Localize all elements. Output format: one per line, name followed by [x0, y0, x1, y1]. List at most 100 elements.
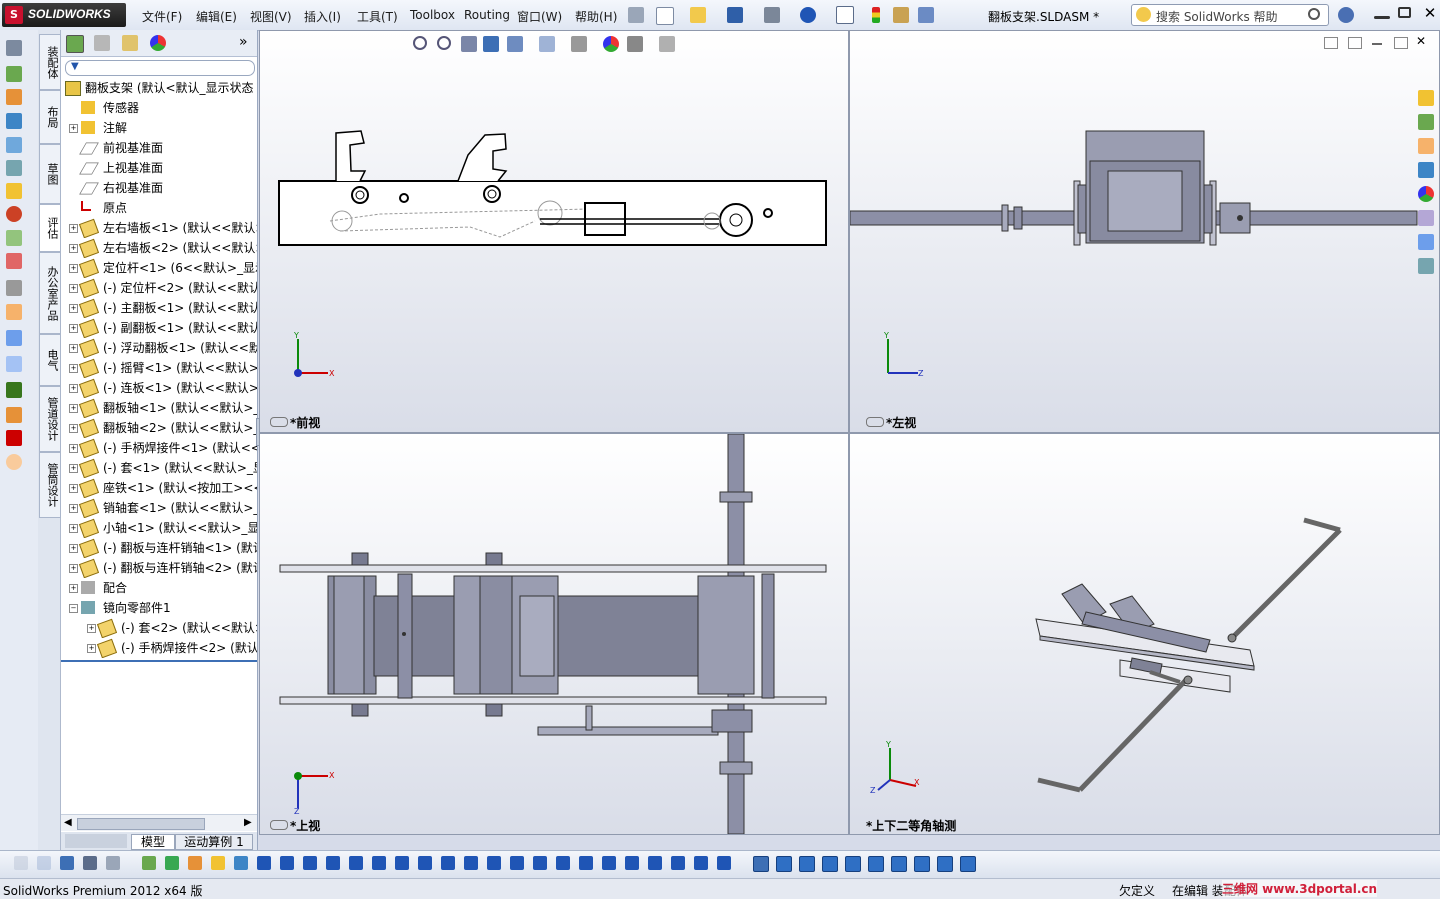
scroll-right-icon[interactable]: ▶	[244, 817, 252, 828]
view-palette-icon[interactable]	[1418, 234, 1434, 250]
tab-motion-study[interactable]: 运动算例 1	[175, 834, 253, 850]
tree-item[interactable]: + 左右墙板<2> (默认<<默认>	[61, 238, 257, 258]
expand-toggle-icon[interactable]: +	[69, 484, 78, 493]
tree-item[interactable]: 原点	[61, 198, 257, 218]
filter-mid-faces-icon[interactable]	[694, 856, 708, 870]
expand-toggle-icon[interactable]: +	[69, 424, 78, 433]
restore-icon[interactable]	[1398, 7, 1411, 18]
custom-properties-icon[interactable]	[1418, 210, 1434, 226]
assembly-features-icon[interactable]	[6, 206, 22, 222]
viewport-isometric[interactable]: Y X Z *上下二等角轴测	[849, 433, 1440, 835]
filter-blocks-icon[interactable]	[579, 856, 593, 870]
tab-office-products[interactable]: 办公室产品	[39, 252, 61, 334]
configuration-manager-tab-icon[interactable]	[122, 35, 138, 51]
appearance-icon[interactable]	[6, 454, 22, 470]
reference-geometry-icon[interactable]	[6, 230, 22, 246]
rebuild-traffic-light-icon[interactable]	[872, 7, 880, 23]
view-back-icon[interactable]	[799, 856, 815, 872]
filter-connection-points-icon[interactable]	[648, 856, 662, 870]
expand-toggle-icon[interactable]: +	[69, 504, 78, 513]
view-left-icon[interactable]	[822, 856, 838, 872]
expand-toggle-icon[interactable]: +	[69, 384, 78, 393]
tree-item[interactable]: + (-) 套<1> (默认<<默认>_显	[61, 458, 257, 478]
mate-icon[interactable]	[6, 89, 22, 105]
view-trimetric-icon[interactable]	[937, 856, 953, 872]
filter-dimensions-icon[interactable]	[418, 856, 432, 870]
expand-toggle-icon[interactable]: +	[69, 584, 78, 593]
menu-tools[interactable]: 工具(T)	[357, 8, 398, 25]
new-motion-study-icon[interactable]	[6, 253, 22, 269]
filter-routing-points-icon[interactable]	[671, 856, 685, 870]
menu-view[interactable]: 视图(V)	[250, 8, 292, 25]
viewport-front[interactable]: Y X *前视	[259, 30, 849, 433]
solidworks-forum-icon[interactable]	[1418, 258, 1434, 274]
appearances-scenes-icon[interactable]	[1418, 186, 1434, 202]
search-results-icon[interactable]	[1418, 162, 1434, 178]
expand-toggle-icon[interactable]: +	[69, 524, 78, 533]
save-icon[interactable]	[727, 7, 743, 23]
tree-item[interactable]: + (-) 套<2> (默认<<默认>_	[61, 618, 257, 638]
tree-item[interactable]: + (-) 主翻板<1> (默认<<默认	[61, 298, 257, 318]
smart-dimension-icon[interactable]	[6, 40, 22, 56]
expand-toggle-icon[interactable]: +	[69, 464, 78, 473]
smart-fasteners-icon[interactable]	[6, 137, 22, 153]
pin-icon[interactable]	[628, 7, 644, 23]
move-component-icon[interactable]	[6, 160, 22, 176]
file-properties-icon[interactable]	[893, 7, 909, 23]
filter-icon[interactable]	[14, 856, 28, 870]
tree-item[interactable]: + 注解	[61, 118, 257, 138]
tree-horizontal-scrollbar[interactable]: ◀ ▶	[61, 814, 257, 831]
instant3d-icon[interactable]	[6, 356, 22, 372]
view-link-icon[interactable]	[270, 820, 288, 830]
view-front-icon[interactable]	[776, 856, 792, 872]
expand-toggle-icon[interactable]: +	[69, 324, 78, 333]
tab-sketch[interactable]: 草图	[39, 144, 61, 204]
menu-insert[interactable]: 插入(I)	[304, 8, 341, 25]
options-icon[interactable]	[918, 7, 934, 23]
menu-edit[interactable]: 编辑(E)	[196, 8, 237, 25]
explode-line-icon[interactable]	[6, 330, 22, 346]
close-icon[interactable]: ✕	[1422, 5, 1438, 21]
view-right-icon[interactable]	[845, 856, 861, 872]
filter-bom-balloons-icon[interactable]	[602, 856, 616, 870]
tab-tubing[interactable]: 管筒设计	[39, 452, 61, 518]
expand-toggle-icon[interactable]: +	[69, 404, 78, 413]
filter-solids-icon[interactable]	[234, 856, 248, 870]
menu-routing[interactable]: Routing	[464, 8, 510, 22]
take-snapshot-icon[interactable]	[6, 407, 22, 423]
filter-planes-icon[interactable]	[280, 856, 294, 870]
help-icon[interactable]	[1338, 7, 1354, 23]
tree-root[interactable]: 翻板支架 (默认<默认_显示状态	[61, 78, 257, 98]
filter-midpoints-icon[interactable]	[349, 856, 363, 870]
tree-item[interactable]: + 翻板轴<1> (默认<<默认>_显	[61, 398, 257, 418]
expand-toggle-icon[interactable]: +	[69, 364, 78, 373]
filter-gtol-icon[interactable]	[464, 856, 478, 870]
view-top-icon[interactable]	[868, 856, 884, 872]
tab-model[interactable]: 模型	[131, 834, 175, 850]
undo-icon[interactable]	[800, 7, 816, 23]
collapse-toggle-icon[interactable]: −	[69, 604, 78, 613]
expand-toggle-icon[interactable]: +	[69, 124, 78, 133]
expand-toggle-icon[interactable]: +	[69, 284, 78, 293]
bill-of-materials-icon[interactable]	[6, 280, 22, 296]
tree-item[interactable]: + (-) 摇臂<1> (默认<<默认>_	[61, 358, 257, 378]
filter-datum-targets-icon[interactable]	[533, 856, 547, 870]
tab-evaluate[interactable]: 评估	[39, 204, 61, 252]
filter-toggle-icon[interactable]	[37, 856, 51, 870]
filter-surfaces-icon[interactable]	[211, 856, 225, 870]
tree-item[interactable]: + (-) 翻板与连杆销轴<1> (默认	[61, 538, 257, 558]
tree-item[interactable]: + 座铁<1> (默认<按加工><<	[61, 478, 257, 498]
tree-item[interactable]: + 销轴套<1> (默认<<默认>_显	[61, 498, 257, 518]
expand-toggle-icon[interactable]: +	[69, 564, 78, 573]
expand-toggle-icon[interactable]: +	[87, 644, 96, 653]
filter-sketch-points-icon[interactable]	[303, 856, 317, 870]
menu-window[interactable]: 窗口(W)	[517, 8, 562, 25]
design-library-icon[interactable]	[1418, 114, 1434, 130]
tree-item[interactable]: + (-) 浮动翻板<1> (默认<<默	[61, 338, 257, 358]
tab-nav-arrows[interactable]	[65, 834, 127, 848]
tree-item[interactable]: + 左右墙板<1> (默认<<默认>	[61, 218, 257, 238]
tree-item[interactable]: + (-) 手柄焊接件<1> (默认<<	[61, 438, 257, 458]
expand-toggle-icon[interactable]: +	[69, 224, 78, 233]
resources-home-icon[interactable]	[1418, 90, 1434, 106]
print-icon[interactable]	[764, 7, 780, 23]
